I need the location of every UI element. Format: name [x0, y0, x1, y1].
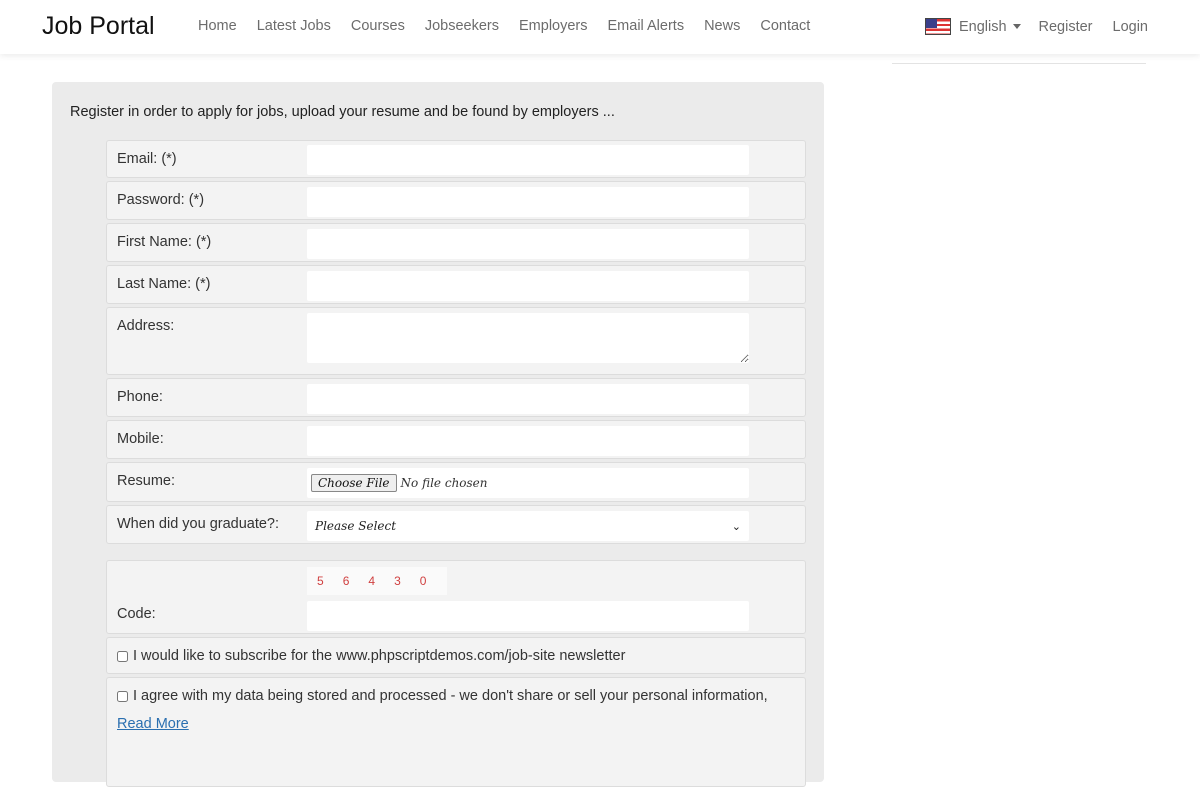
nav-links: Home Latest Jobs Courses Jobseekers Empl…	[188, 18, 820, 34]
address-field[interactable]	[307, 313, 749, 363]
graduate-select[interactable]: Please Select ⌄	[307, 511, 749, 541]
code-field[interactable]	[307, 601, 749, 631]
read-more-link[interactable]: Read More	[117, 716, 189, 732]
email-field[interactable]	[307, 145, 749, 175]
mobile-label: Mobile:	[117, 431, 164, 447]
nav-jobseekers[interactable]: Jobseekers	[425, 18, 499, 34]
mobile-row: Mobile:	[106, 420, 806, 459]
phone-label: Phone:	[117, 389, 163, 405]
first-name-label: First Name: (*)	[117, 234, 212, 250]
newsletter-row: I would like to subscribe for the www.ph…	[106, 637, 806, 674]
mobile-field[interactable]	[307, 426, 749, 456]
nav-employers[interactable]: Employers	[519, 18, 588, 34]
last-name-label: Last Name: (*)	[117, 276, 211, 292]
resume-row: Resume: Choose File No file chosen	[106, 462, 806, 502]
first-name-row: First Name: (*)	[106, 223, 806, 262]
code-row: 5 6 4 3 0 Code:	[106, 560, 806, 634]
brand-logo[interactable]: Job Portal	[42, 12, 155, 41]
language-dropdown[interactable]: English	[959, 19, 1007, 35]
us-flag-icon	[924, 18, 951, 35]
password-row: Password: (*)	[106, 181, 806, 220]
last-name-field[interactable]	[307, 271, 749, 301]
captcha-digit: 5	[317, 574, 324, 588]
chevron-down-icon: ⌄	[731, 519, 741, 533]
choose-file-button[interactable]: Choose File	[311, 474, 397, 492]
phone-row: Phone:	[106, 378, 806, 417]
nav-news[interactable]: News	[704, 18, 740, 34]
newsletter-checkbox-label[interactable]: I would like to subscribe for the www.ph…	[117, 648, 625, 664]
graduate-selected: Please Select	[315, 519, 397, 533]
intro-text: Register in order to apply for jobs, upl…	[70, 104, 615, 120]
agree-text: I agree with my data being stored and pr…	[133, 688, 768, 704]
address-row: Address:	[106, 307, 806, 375]
nav-contact[interactable]: Contact	[760, 18, 810, 34]
nav-latest-jobs[interactable]: Latest Jobs	[257, 18, 331, 34]
password-label: Password: (*)	[117, 192, 205, 208]
agree-checkbox-label[interactable]: I agree with my data being stored and pr…	[117, 688, 768, 704]
sidebar-divider	[892, 63, 1146, 64]
captcha-digit: 0	[419, 574, 427, 588]
login-link[interactable]: Login	[1113, 19, 1148, 35]
newsletter-checkbox[interactable]	[117, 650, 128, 662]
registration-panel: Register in order to apply for jobs, upl…	[52, 82, 824, 787]
phone-field[interactable]	[307, 384, 749, 414]
captcha-digit: 3	[394, 574, 401, 588]
nav-right: English Register Login	[924, 18, 1148, 35]
graduate-label: When did you graduate?:	[117, 516, 280, 532]
agree-checkbox[interactable]	[117, 690, 128, 702]
resume-file-input[interactable]: Choose File No file chosen	[307, 468, 749, 498]
address-label: Address:	[117, 318, 175, 334]
captcha-digit: 6	[342, 574, 350, 588]
file-status: No file chosen	[400, 476, 488, 490]
caret-down-icon[interactable]	[1012, 24, 1021, 33]
agree-row: I agree with my data being stored and pr…	[106, 677, 806, 787]
nav-home[interactable]: Home	[198, 18, 237, 34]
nav-courses[interactable]: Courses	[351, 18, 405, 34]
captcha-image: 5 6 4 3 0	[307, 567, 447, 595]
first-name-field[interactable]	[307, 229, 749, 259]
register-link[interactable]: Register	[1039, 19, 1093, 35]
email-label: Email: (*)	[117, 151, 177, 167]
resume-label: Resume:	[117, 473, 176, 489]
navbar: Job Portal Home Latest Jobs Courses Jobs…	[0, 0, 1200, 54]
last-name-row: Last Name: (*)	[106, 265, 806, 304]
newsletter-text: I would like to subscribe for the www.ph…	[133, 648, 626, 664]
email-row: Email: (*)	[106, 140, 806, 178]
password-field[interactable]	[307, 187, 749, 217]
nav-email-alerts[interactable]: Email Alerts	[608, 18, 685, 34]
code-label: Code:	[117, 606, 156, 622]
graduate-row: When did you graduate?: Please Select ⌄	[106, 505, 806, 544]
captcha-digit: 4	[368, 574, 376, 588]
